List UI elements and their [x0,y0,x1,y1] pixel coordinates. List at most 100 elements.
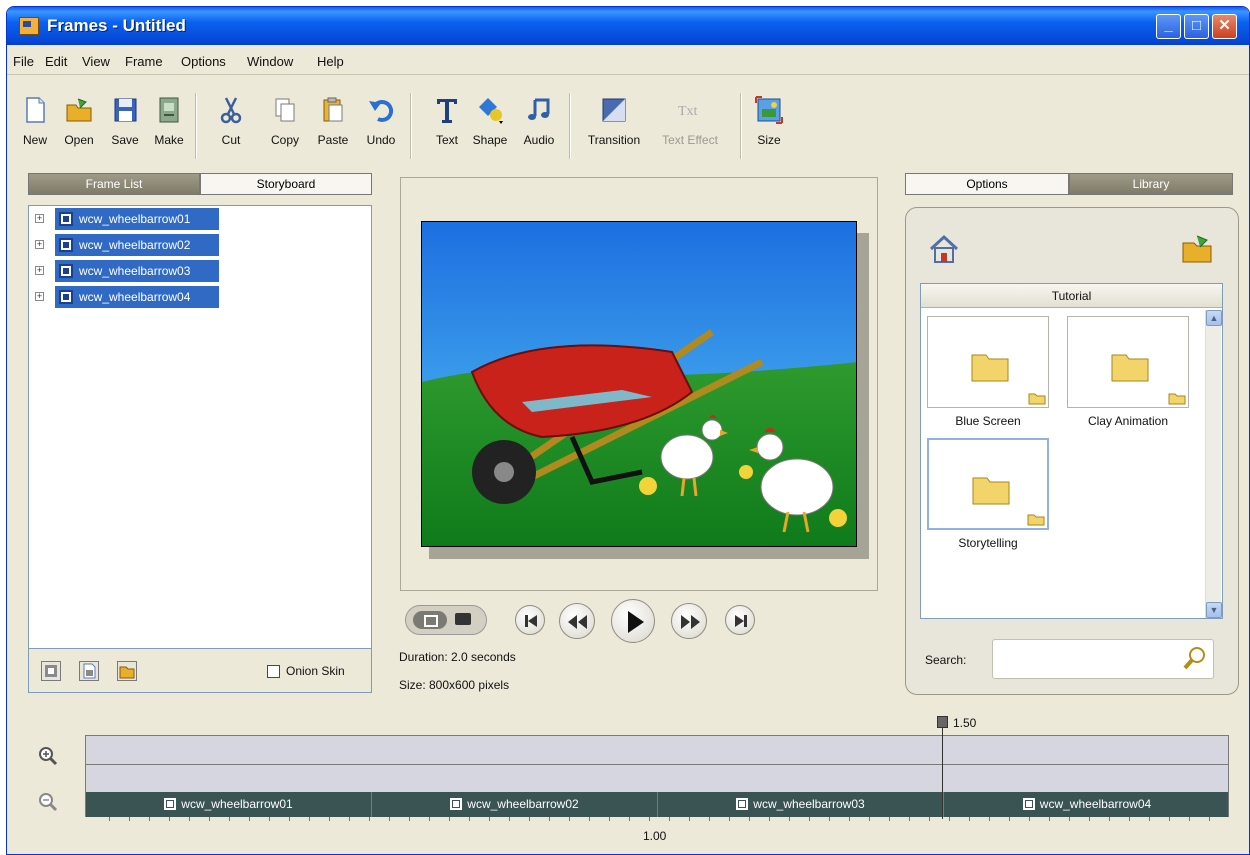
scroll-down-icon[interactable]: ▼ [1206,602,1222,618]
tab-frame-list[interactable]: Frame List [28,173,200,195]
timeline-frame[interactable]: wcw_wheelbarrow02 [372,792,658,817]
folder-icon [1168,393,1186,405]
library-item-label: Clay Animation [1087,414,1169,428]
scroll-up-icon[interactable]: ▲ [1206,310,1222,326]
timeline-frame[interactable]: wcw_wheelbarrow03 [658,792,944,817]
app-window: Frames - Untitled _ □ ✕ File Edit View F… [6,6,1250,855]
import-frame-button[interactable] [117,661,137,681]
ruler-tick [829,817,830,821]
zoom-out-icon[interactable] [37,791,59,813]
size-text: Size: 800x600 pixels [399,678,510,692]
undo-button[interactable]: Undo [359,95,403,147]
expand-icon[interactable]: + [35,292,44,301]
text-effect-button[interactable]: Txt Text Effect [653,95,727,147]
cut-label: Cut [221,133,241,147]
ruler-tick [389,817,390,821]
add-frame-button[interactable] [41,661,61,681]
open-folder-icon [66,98,92,122]
tab-storyboard[interactable]: Storyboard [200,173,372,195]
maximize-button[interactable]: □ [1184,14,1209,39]
close-button[interactable]: ✕ [1212,14,1237,39]
right-tabs: Options Library [905,173,1233,195]
text-effect-label: Text Effect [662,133,718,147]
library-item[interactable]: Clay Animation [1067,316,1189,428]
ruler-tick [629,817,630,821]
open-button[interactable]: Open [57,95,101,147]
shape-button[interactable]: Shape [465,95,515,147]
ruler-tick [289,817,290,821]
save-button[interactable]: Save [103,95,147,147]
library-item[interactable]: Blue Screen [927,316,1049,428]
expand-icon[interactable]: + [35,214,44,223]
rewind-button[interactable] [559,603,595,639]
timeline-frame-label: wcw_wheelbarrow04 [1039,797,1152,811]
copy-button[interactable]: Copy [263,95,307,147]
cut-button[interactable]: Cut [211,95,251,147]
paste-button[interactable]: Paste [311,95,355,147]
transition-icon [602,98,626,122]
menu-edit[interactable]: Edit [45,54,67,69]
minimize-button[interactable]: _ [1156,14,1181,39]
make-movie-icon [159,97,179,123]
timeline-frame-label: wcw_wheelbarrow02 [467,797,579,811]
ruler-tick [1209,817,1210,821]
menu-window[interactable]: Window [247,54,293,69]
film-frame-icon [1022,798,1035,810]
last-frame-button[interactable] [725,605,755,635]
shape-label: Shape [472,133,508,147]
play-button[interactable] [611,599,655,643]
onion-skin-checkbox[interactable] [267,665,280,678]
audio-button[interactable]: Audio [517,95,561,147]
menu-options[interactable]: Options [181,54,226,69]
film-frame-icon [59,212,73,226]
left-tabs: Frame List Storyboard [28,173,372,195]
make-button[interactable]: Make [147,95,191,147]
menu-view[interactable]: View [82,54,110,69]
timeline-frame[interactable]: wcw_wheelbarrow04 [944,792,1230,817]
menu-help[interactable]: Help [317,54,344,69]
svg-text:Txt: Txt [678,104,698,119]
transition-label: Transition [587,133,641,147]
preview-mode-toggle[interactable] [405,605,487,635]
new-button[interactable]: New [15,95,55,147]
text-button[interactable]: Text [425,95,469,147]
playhead-handle[interactable] [937,716,948,728]
window-title: Frames - Untitled [47,16,186,35]
timeline[interactable]: wcw_wheelbarrow01 wcw_wheelbarrow02 wcw_… [85,735,1229,817]
text-effect-icon: Txt [678,104,698,119]
ruler-tick [509,817,510,821]
title-bar[interactable]: Frames - Untitled _ □ ✕ [7,7,1249,45]
size-button[interactable]: Size [749,95,789,147]
shape-tool-icon [479,98,503,124]
transition-button[interactable]: Transition [581,95,647,147]
camera-mode-icon[interactable] [455,613,471,625]
first-frame-button[interactable] [515,605,545,635]
ruler-tick [249,817,250,821]
search-input[interactable] [992,639,1214,679]
fast-forward-button[interactable] [671,603,707,639]
menu-bar: File Edit View Frame Options Window Help [7,47,1249,75]
home-icon[interactable] [927,233,961,265]
library-scrollbar[interactable]: ▲ ▼ [1205,310,1222,618]
search-icon[interactable] [1182,645,1208,671]
menu-frame[interactable]: Frame [125,54,163,69]
timeline-frame[interactable]: wcw_wheelbarrow01 [86,792,372,817]
ruler-tick [1029,817,1030,821]
open-folder-icon[interactable] [1180,233,1214,265]
frame-mode-icon[interactable] [413,611,447,629]
expand-icon[interactable]: + [35,266,44,275]
menu-file[interactable]: File [13,54,34,69]
zoom-in-icon[interactable] [37,745,59,767]
copy-icon [275,98,295,122]
expand-icon[interactable]: + [35,240,44,249]
library-header: Tutorial [921,284,1222,308]
ruler-tick [189,817,190,821]
ruler-tick [489,817,490,821]
library-item-selected[interactable]: Storytelling [927,438,1049,550]
preview-canvas[interactable] [421,221,857,547]
library-browser: Tutorial Blue Screen Clay Animation Stor… [920,283,1223,619]
tab-options[interactable]: Options [905,173,1069,195]
new-blank-frame-button[interactable] [79,661,99,681]
frame-list[interactable]: + wcw_wheelbarrow01 + wcw_wheelbarrow02 … [28,205,372,649]
tab-library[interactable]: Library [1069,173,1233,195]
